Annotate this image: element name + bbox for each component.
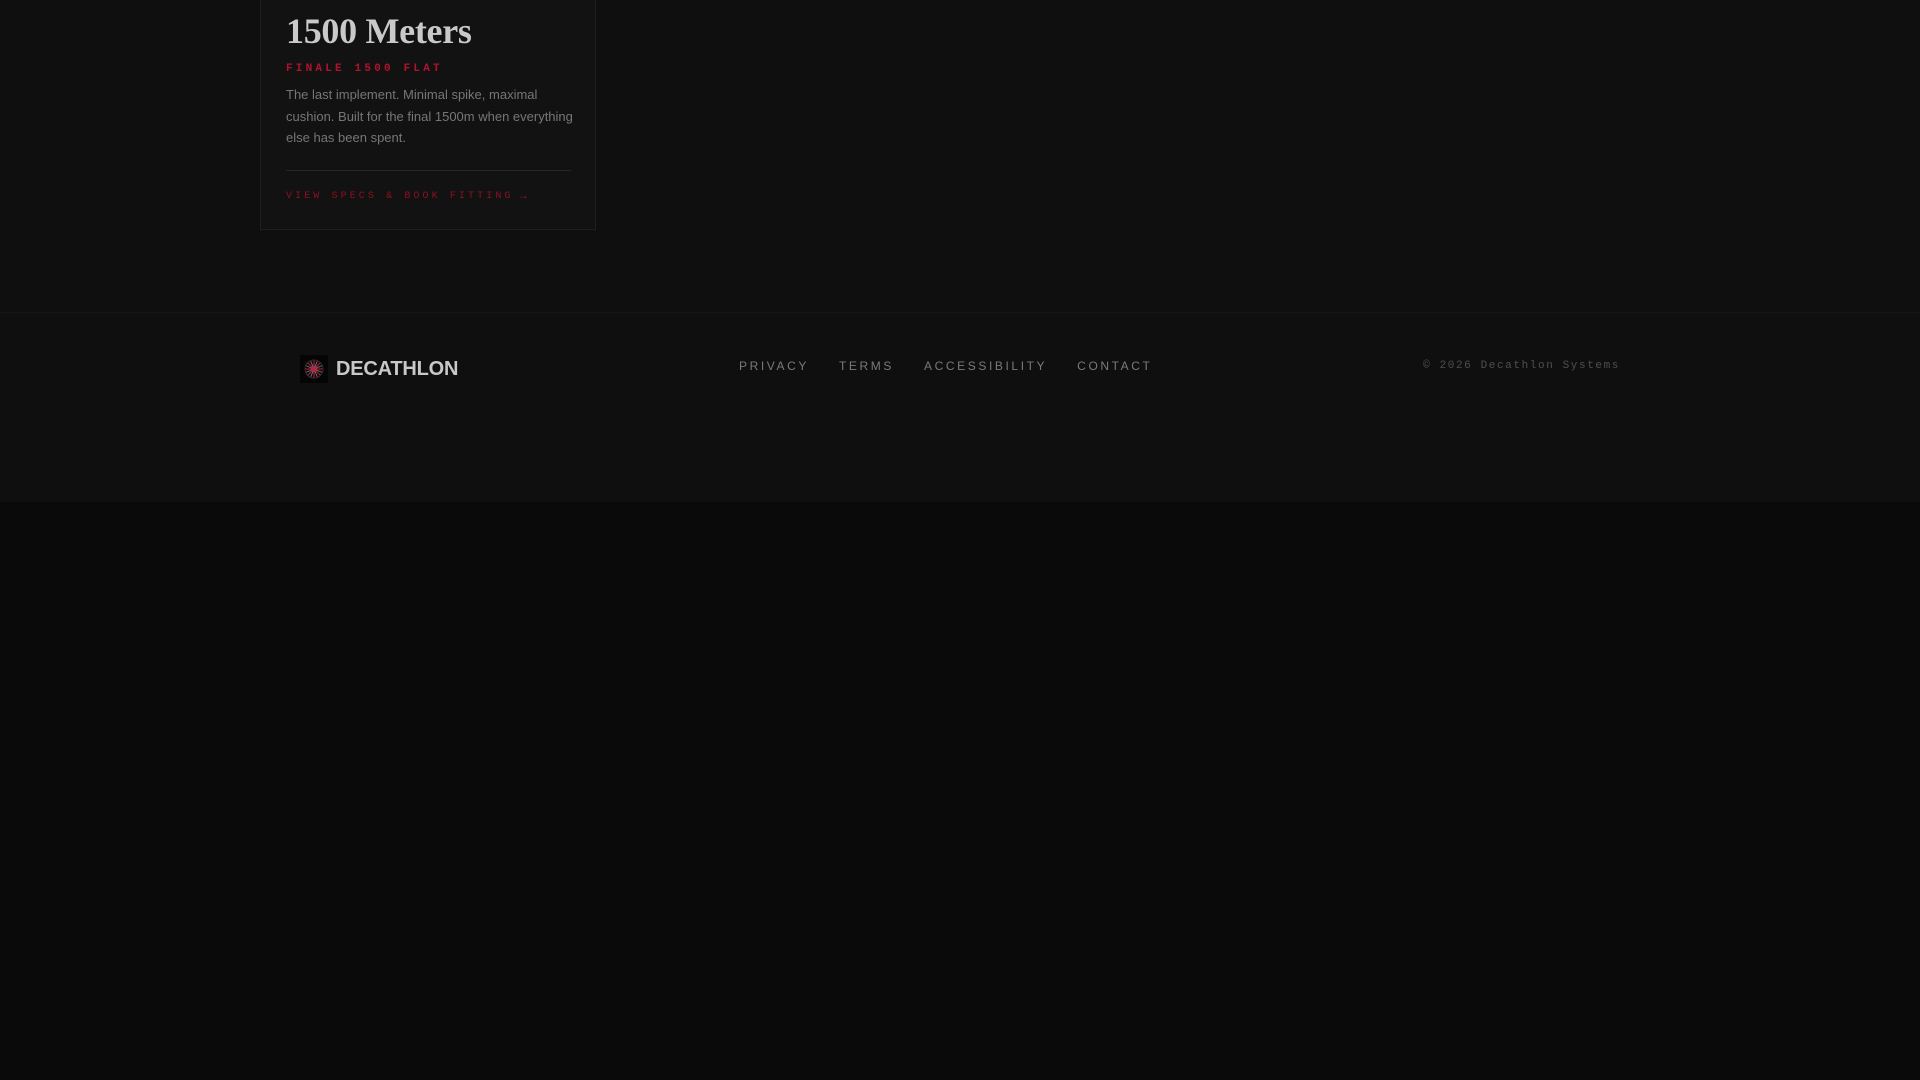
view-specs-link[interactable]: VIEW SPECS & BOOK FITTING → xyxy=(286,189,527,203)
footer-link-privacy[interactable]: PRIVACY xyxy=(739,359,809,373)
brand-name: DECATHLON xyxy=(336,357,459,380)
arrow-right-icon: → xyxy=(519,189,527,203)
footer-link-contact[interactable]: CONTACT xyxy=(1077,359,1152,373)
card-divider xyxy=(286,170,571,171)
footer-brand[interactable]: DECATHLON xyxy=(300,355,458,383)
footer-link-terms[interactable]: TERMS xyxy=(839,359,894,373)
site-footer: DECATHLON PRIVACY TERMS ACCESSIBILITY CO… xyxy=(0,312,1920,502)
footer-nav: PRIVACY TERMS ACCESSIBILITY CONTACT xyxy=(739,359,1182,373)
page-lower-background xyxy=(0,502,1920,1080)
view-specs-label: VIEW SPECS & BOOK FITTING xyxy=(286,190,514,202)
footer-link-accessibility[interactable]: ACCESSIBILITY xyxy=(924,359,1047,373)
starburst-logo-icon xyxy=(300,355,328,383)
card-title: 1500 Meters xyxy=(286,11,472,51)
card-tag: FINALE 1500 FLAT xyxy=(286,63,443,75)
event-card: 1500 Meters FINALE 1500 FLAT The last im… xyxy=(260,0,596,230)
copyright-text: © 2026 Decathlon Systems xyxy=(1423,360,1620,372)
page-upper-section: 1500 Meters FINALE 1500 FLAT The last im… xyxy=(0,0,1920,312)
card-description: The last implement. Minimal spike, maxim… xyxy=(286,87,573,145)
